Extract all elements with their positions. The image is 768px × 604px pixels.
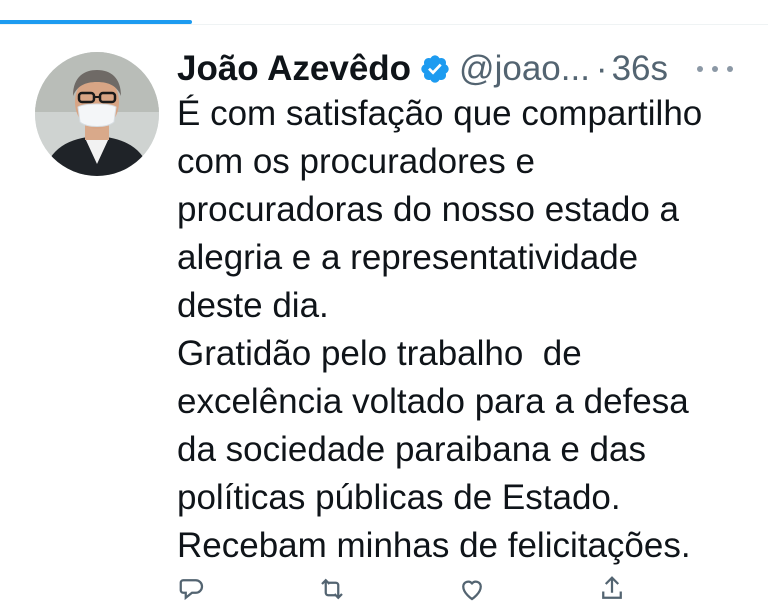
author-handle[interactable]: @joao... (459, 46, 590, 92)
tweet-text-line: excelência voltado para a defesa (177, 382, 689, 421)
reply-icon[interactable] (177, 574, 207, 604)
header-separator: · (595, 49, 608, 88)
more-dot (697, 66, 703, 72)
tweet-action-bar (177, 574, 737, 604)
tweet-text-line: Gratidão pelo trabalho de (177, 334, 582, 373)
tweet-text-line: procuradoras do nosso estado a (177, 190, 679, 229)
tweet-text-line: Recebam minhas de felicitações. (177, 526, 691, 565)
more-options-icon[interactable] (697, 59, 733, 79)
tweet-text-line: políticas públicas de Estado. (177, 478, 621, 517)
tweet-text-line: deste dia. (177, 286, 329, 325)
tweet-text: É com satisfação que compartilho com os … (177, 90, 757, 570)
retweet-icon[interactable] (317, 574, 347, 604)
more-dot (727, 66, 733, 72)
like-icon[interactable] (457, 574, 487, 604)
author-name[interactable]: João Azevêdo (177, 46, 411, 92)
more-dot (712, 66, 718, 72)
tweet-text-line: alegria e a representatividade (177, 238, 639, 277)
tweet-header: João Azevêdo @joao... · 36s (177, 46, 668, 92)
share-icon[interactable] (597, 574, 627, 604)
verified-badge-icon (419, 53, 451, 85)
tweet-timestamp[interactable]: 36s (612, 46, 668, 92)
top-divider (0, 24, 768, 25)
tweet-text-line: com os procuradores e (177, 142, 535, 181)
tweet-text-line: É com satisfação que compartilho (177, 94, 703, 133)
tweet-text-line: da sociedade paraibana e das (177, 430, 646, 469)
avatar[interactable] (35, 52, 159, 176)
